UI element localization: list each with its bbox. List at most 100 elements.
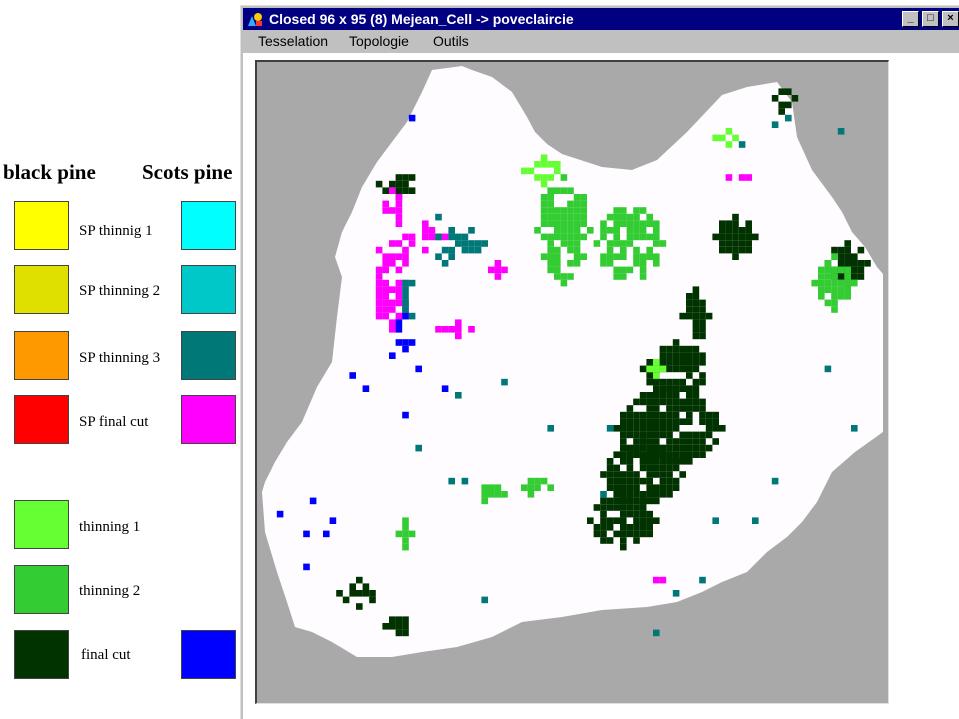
- map-cell: [837, 293, 845, 300]
- map-cell: [606, 497, 614, 505]
- map-cell: [375, 279, 383, 287]
- map-cell: [573, 227, 581, 234]
- map-cell: [864, 260, 871, 267]
- map-cell: [633, 220, 640, 227]
- map-cell: [679, 431, 686, 439]
- map-cell: [620, 425, 627, 432]
- map-cell: [303, 530, 310, 538]
- map-cell: [705, 418, 713, 425]
- map-cell: [653, 438, 660, 445]
- map-cell: [653, 385, 660, 392]
- map-cell: [389, 306, 396, 313]
- map-cell: [521, 167, 528, 175]
- menu-outils[interactable]: Outils: [433, 33, 469, 49]
- map-cell: [672, 477, 680, 485]
- map-cell: [534, 161, 541, 168]
- window-title: Closed 96 x 95 (8) Mejean_Cell -> povecl…: [269, 11, 574, 27]
- title-bar[interactable]: Closed 96 x 95 (8) Mejean_Cell -> povecl…: [243, 8, 959, 30]
- map-cell: [659, 345, 667, 353]
- map-cell: [481, 240, 488, 247]
- map-cell: [705, 431, 713, 439]
- maximize-button[interactable]: □: [922, 11, 939, 27]
- map-cell: [620, 471, 627, 478]
- map-cell: [573, 240, 581, 247]
- map-cell: [719, 227, 726, 234]
- map-cell: [455, 233, 462, 241]
- map-cell: [639, 458, 647, 465]
- close-button[interactable]: ×: [942, 11, 959, 27]
- map-cell: [745, 227, 752, 234]
- map-cell: [382, 293, 389, 300]
- map-cell: [639, 524, 647, 531]
- map-cell: [494, 484, 502, 491]
- map-cell: [666, 484, 673, 491]
- map-cell: [653, 378, 660, 386]
- map-cell: [402, 306, 409, 313]
- map-cell: [633, 260, 640, 267]
- map-cell: [389, 623, 396, 630]
- map-cell: [659, 471, 667, 478]
- map-cell: [851, 273, 858, 280]
- map-cell: [818, 286, 825, 293]
- map-cell: [824, 279, 832, 287]
- map-cell: [679, 451, 686, 458]
- map-cell: [613, 233, 620, 241]
- map-cell: [349, 372, 356, 379]
- map-cell: [811, 279, 818, 287]
- map-cell: [831, 246, 838, 254]
- map-cell: [844, 246, 851, 254]
- map-cell: [554, 233, 561, 241]
- legend-swatch-black-pine-final-cut: [14, 630, 69, 679]
- map-cell: [679, 359, 686, 366]
- map-cell: [639, 517, 647, 524]
- map-cell: [620, 438, 627, 445]
- map-cell: [646, 524, 653, 531]
- map-cell: [455, 240, 462, 247]
- map-cell: [699, 319, 706, 326]
- map-cell: [633, 510, 640, 518]
- map-cell: [560, 174, 568, 181]
- map-cell: [448, 253, 455, 260]
- map-cell: [620, 517, 627, 524]
- map-cell: [831, 273, 838, 280]
- map-cell: [785, 101, 792, 109]
- map-canvas[interactable]: [255, 60, 889, 704]
- map-cell: [389, 352, 396, 359]
- map-cell: [791, 95, 799, 102]
- map-cell: [653, 260, 660, 267]
- map-cell: [646, 405, 653, 412]
- map-cell: [375, 312, 383, 320]
- map-cell: [408, 240, 416, 247]
- map-cell: [626, 444, 634, 452]
- map-cell: [778, 88, 785, 95]
- map-cell: [455, 332, 462, 340]
- map-cell: [686, 312, 693, 320]
- map-cell: [646, 464, 653, 472]
- map-cell: [626, 220, 634, 227]
- map-cell: [659, 458, 667, 465]
- legend-swatch-black-pine-sp-final-cut: [14, 395, 69, 444]
- map-cell: [382, 253, 389, 260]
- map-cell: [626, 266, 634, 274]
- map-cell: [712, 517, 719, 524]
- map-cell: [408, 279, 416, 287]
- legend-swatch-scots-pine-sp-thinning-3: [181, 331, 236, 380]
- map-cell: [851, 266, 858, 274]
- map-cell: [679, 405, 686, 412]
- menu-topologie[interactable]: Topologie: [349, 33, 409, 49]
- map-cell: [613, 253, 620, 260]
- legend-label-thinning-2: thinning 2: [79, 583, 141, 599]
- map-cell: [824, 286, 832, 293]
- map-cell: [745, 246, 752, 254]
- map-cell: [666, 385, 673, 392]
- map-cell: [613, 266, 620, 274]
- map-cell: [620, 266, 627, 274]
- app-icon[interactable]: [247, 11, 264, 27]
- map-cell: [732, 227, 739, 234]
- menu-tesselation[interactable]: Tesselation: [258, 33, 328, 49]
- map-cell: [745, 174, 752, 181]
- map-cell: [672, 411, 680, 419]
- map-cell: [389, 326, 396, 333]
- map-cell: [639, 491, 647, 498]
- minimize-button[interactable]: _: [902, 11, 919, 27]
